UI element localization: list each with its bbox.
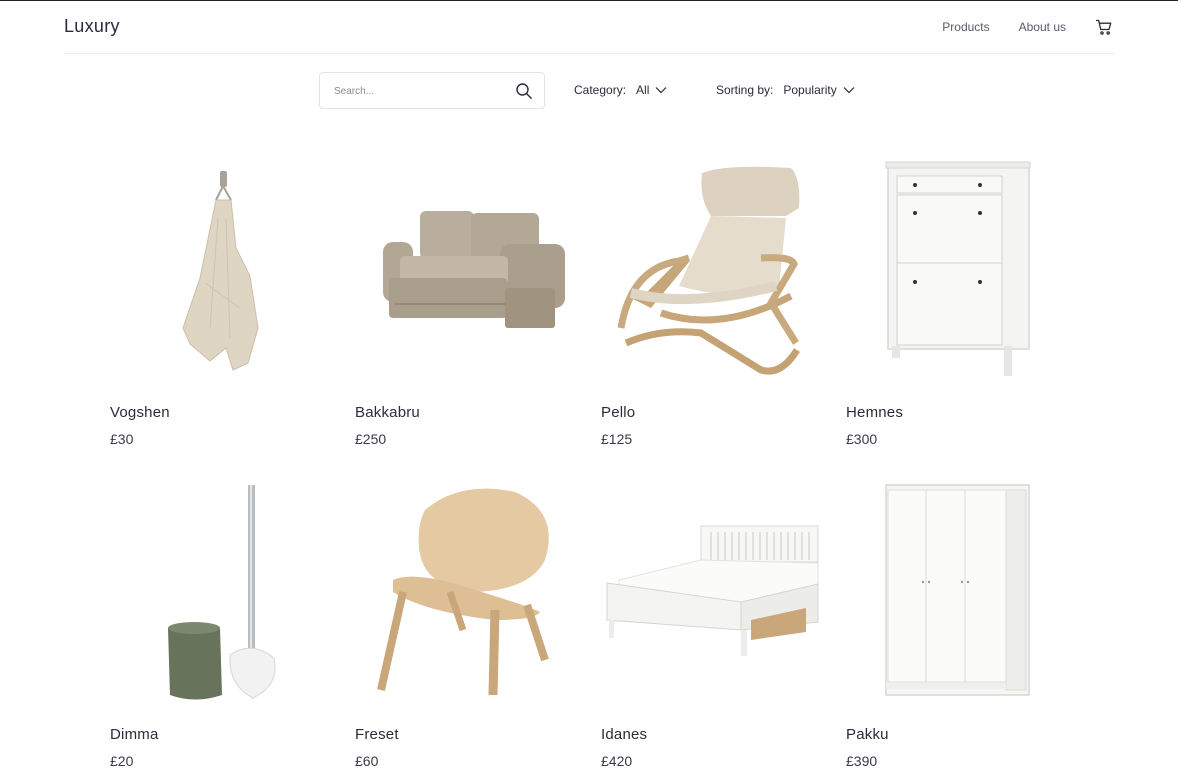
product-price: £250 <box>355 431 387 447</box>
category-dropdown[interactable]: Category: All <box>574 83 667 97</box>
site-header: Luxury Products About us <box>64 1 1115 54</box>
product-image-wardrobe[interactable] <box>846 480 1091 720</box>
sorting-value: Popularity <box>783 83 837 97</box>
product-card[interactable]: Hemnes £300 <box>846 158 1091 480</box>
product-name[interactable]: Dimma <box>110 726 159 743</box>
product-name[interactable]: Freset <box>355 726 399 743</box>
product-card[interactable]: Dimma £20 <box>110 480 355 770</box>
filter-bar: Category: All Sorting by: Popularity <box>319 72 879 109</box>
product-price: £125 <box>601 431 633 447</box>
product-price: £390 <box>846 753 878 769</box>
product-card[interactable]: Idanes £420 <box>601 480 846 770</box>
cart-icon[interactable] <box>1095 18 1113 36</box>
sorting-label: Sorting by: <box>716 83 774 97</box>
search-icon[interactable] <box>515 82 533 100</box>
product-image-towel[interactable] <box>110 158 355 398</box>
sorting-dropdown[interactable]: Sorting by: Popularity <box>716 83 855 97</box>
site-logo[interactable]: Luxury <box>64 16 120 37</box>
main-nav: Products About us <box>942 18 1115 36</box>
product-image-bed[interactable] <box>601 480 846 720</box>
product-card[interactable]: Bakkabru £250 <box>355 158 600 480</box>
product-card[interactable]: Freset £60 <box>355 480 600 770</box>
search-box <box>319 72 545 109</box>
nav-products-link[interactable]: Products <box>942 20 989 34</box>
product-name[interactable]: Pello <box>601 404 635 421</box>
product-price: £300 <box>846 431 878 447</box>
product-name[interactable]: Bakkabru <box>355 404 420 421</box>
product-card[interactable]: Pakku £390 <box>846 480 1091 770</box>
nav-about-link[interactable]: About us <box>1019 20 1066 34</box>
category-label: Category: <box>574 83 627 97</box>
product-price: £30 <box>110 431 134 447</box>
product-price: £60 <box>355 753 379 769</box>
product-image-chair[interactable] <box>355 480 600 720</box>
product-card[interactable]: Vogshen £30 <box>110 158 355 480</box>
product-name[interactable]: Hemnes <box>846 404 903 421</box>
product-image-toilet-brush[interactable] <box>110 480 355 720</box>
search-input[interactable] <box>334 82 504 100</box>
product-name[interactable]: Vogshen <box>110 404 170 421</box>
product-name[interactable]: Idanes <box>601 726 647 743</box>
product-image-sofa[interactable] <box>355 158 600 398</box>
product-name[interactable]: Pakku <box>846 726 889 743</box>
product-card[interactable]: Pello £125 <box>601 158 846 480</box>
chevron-down-icon <box>843 87 855 94</box>
product-price: £20 <box>110 753 134 769</box>
category-value: All <box>636 83 650 97</box>
product-image-armchair[interactable] <box>601 158 846 398</box>
chevron-down-icon <box>655 87 667 94</box>
product-price: £420 <box>601 753 633 769</box>
product-image-shoe-cabinet[interactable] <box>846 158 1091 398</box>
